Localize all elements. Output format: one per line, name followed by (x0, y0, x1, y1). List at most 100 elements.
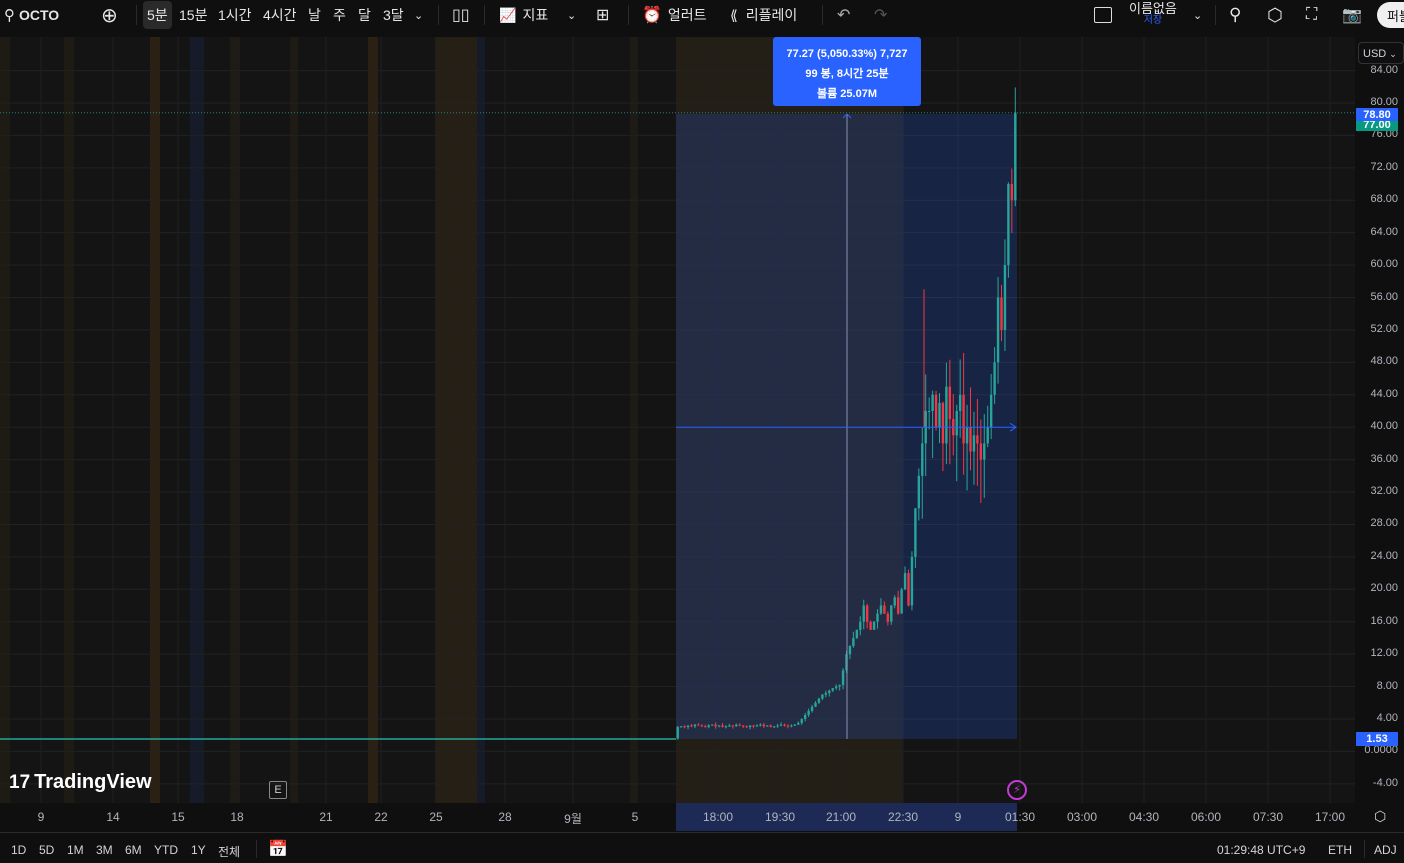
time-tick-label: 19:30 (764, 810, 796, 824)
chevron-down-icon: ⌄ (1389, 49, 1397, 59)
candle-body (697, 724, 700, 726)
candle-body (948, 386, 952, 420)
candle-body (983, 443, 986, 460)
candle-body (859, 621, 862, 630)
session-band (477, 37, 485, 803)
candle-body (927, 410, 931, 412)
interval-4[interactable]: 날 (308, 0, 321, 30)
time-tick-label: 07:30 (1252, 810, 1284, 824)
earnings-marker[interactable]: E (269, 781, 287, 799)
candle-body (724, 726, 728, 728)
price-tick-label: 80.00 (1370, 96, 1398, 108)
candle-body (907, 573, 910, 606)
chart-pane[interactable]: 17 TradingView E ⚡ (0, 37, 1355, 803)
price-tick-label: 20.00 (1370, 582, 1398, 595)
range-6M[interactable]: 6M (125, 843, 142, 857)
interval-3[interactable]: 4시간 (263, 0, 297, 30)
templates-grid-icon[interactable]: ⊞ (596, 0, 609, 30)
settings-gear-icon[interactable]: ⬡ (1267, 0, 1283, 30)
price-tick-label: 0.0000 (1364, 744, 1398, 757)
interval-2[interactable]: 1시간 (218, 0, 252, 30)
adjust-toggle[interactable]: ADJ (1374, 843, 1397, 857)
fullscreen-icon[interactable]: ⛶ (1306, 0, 1317, 30)
publish-button[interactable]: 퍼블 (1377, 2, 1404, 28)
indicators-chevron-icon[interactable]: ⌄ (567, 0, 576, 30)
indicators-button[interactable]: 📈 지표 (499, 0, 548, 30)
interval-6[interactable]: 달 (358, 0, 371, 30)
time-axis[interactable]: ⬡ 9 14 15 18 21 22 25 28 9월 5 18:00 19:30 21:00 22:30… (0, 803, 1386, 831)
candle-type-icon[interactable]: ▯▯ (452, 0, 470, 30)
time-tick-label: 5 (631, 810, 639, 824)
layout-square-icon[interactable] (1094, 0, 1112, 30)
time-tick-label: 03:00 (1066, 810, 1098, 824)
candle-body (890, 605, 893, 622)
dividend-lightning-icon[interactable]: ⚡ (1007, 780, 1027, 800)
candle-body (945, 386, 948, 444)
candle-body (865, 605, 869, 622)
candle-body (896, 597, 900, 614)
alert-button[interactable]: ⏰ 얼러트 (642, 0, 707, 30)
interval-7[interactable]: 3달 (383, 0, 404, 30)
range-1Y[interactable]: 1Y (191, 843, 206, 857)
currency-selector[interactable]: USD ⌄ (1358, 42, 1404, 64)
range-1D[interactable]: 1D (11, 843, 26, 857)
top-toolbar: ⚲ OCTO ⊕ 5분 15분 1시간 4시간 날 주 달 3달 ⌄ ▯▯ 📈 지표 ⌄ ⊞ ⏰ 얼… (0, 0, 1404, 30)
price-tick-label: 56.00 (1370, 290, 1398, 303)
candle-body (848, 646, 852, 655)
axis-settings-icon[interactable]: ⬡ (1374, 808, 1386, 825)
price-tick-label: 28.00 (1370, 517, 1398, 530)
candle-body (910, 556, 914, 606)
interval-0[interactable]: 5분 (143, 1, 172, 29)
candle-body (965, 427, 969, 444)
session-toggle[interactable]: ETH (1328, 843, 1352, 857)
replay-button[interactable]: ⟪ 리플레이 (730, 0, 797, 30)
candle-body (769, 725, 772, 728)
candle-body (803, 714, 807, 719)
candle-body (886, 613, 890, 622)
candle-body (786, 725, 790, 727)
candle-body (704, 726, 707, 728)
screenshot-camera-icon[interactable]: 📷 (1342, 0, 1362, 30)
time-tick-label: 9 (954, 810, 962, 824)
candle-body (841, 670, 845, 685)
session-band (290, 37, 298, 803)
range-1M[interactable]: 1M (67, 843, 84, 857)
clock-timezone[interactable]: 01:29:48 UTC+9 (1217, 843, 1305, 857)
interval-5[interactable]: 주 (333, 0, 346, 30)
candle-body (938, 402, 941, 428)
range-YTD[interactable]: YTD (154, 843, 178, 857)
price-tick-label: 48.00 (1370, 355, 1398, 368)
add-symbol-button[interactable]: ⊕ (101, 0, 118, 30)
range-3M[interactable]: 3M (96, 843, 113, 857)
symbol-search[interactable]: ⚲ OCTO (4, 0, 59, 30)
price-tick-label: 84.00 (1370, 63, 1398, 76)
price-badge-high: 78.80 (1356, 108, 1398, 122)
layout-name-button[interactable]: 이름없음 저장 (1129, 0, 1177, 30)
candle-body (958, 394, 962, 411)
interval-dropdown-chevron-icon[interactable]: ⌄ (414, 0, 423, 30)
goto-date-calendar-icon[interactable]: 📅 (268, 839, 288, 859)
candle-body (741, 725, 745, 727)
interval-1[interactable]: 15분 (179, 0, 207, 30)
range-5D[interactable]: 5D (39, 843, 54, 857)
time-tick-label: 21 (319, 810, 333, 824)
measure-tooltip: 77.27 (5,050.33%) 7,727 99 봉, 8시간 25분 볼륨… (773, 37, 921, 106)
candle-body (855, 629, 859, 638)
quick-search-icon[interactable]: ⚲ (1229, 0, 1241, 30)
price-chart (0, 37, 1355, 803)
candle-body (714, 724, 717, 727)
candle-body (810, 706, 814, 711)
price-axis[interactable]: USD ⌄ 84.00 80.00 76.00 72.00 68.00 64.00 60.0… (1355, 37, 1404, 831)
candle-body (824, 693, 828, 695)
price-tick-label: 4.00 (1376, 711, 1398, 724)
redo-icon[interactable]: ↷ (874, 0, 887, 30)
undo-icon[interactable]: ↶ (837, 0, 850, 30)
price-tick-label: 64.00 (1370, 225, 1398, 238)
range-전체[interactable]: 전체 (218, 843, 240, 860)
alarm-clock-icon: ⏰ (642, 7, 662, 24)
candle-body (735, 724, 738, 727)
candle-body (821, 694, 824, 699)
time-tick-label: 9 (37, 810, 45, 824)
layout-chevron-icon[interactable]: ⌄ (1193, 0, 1202, 30)
time-tick-label: 22 (374, 810, 388, 824)
